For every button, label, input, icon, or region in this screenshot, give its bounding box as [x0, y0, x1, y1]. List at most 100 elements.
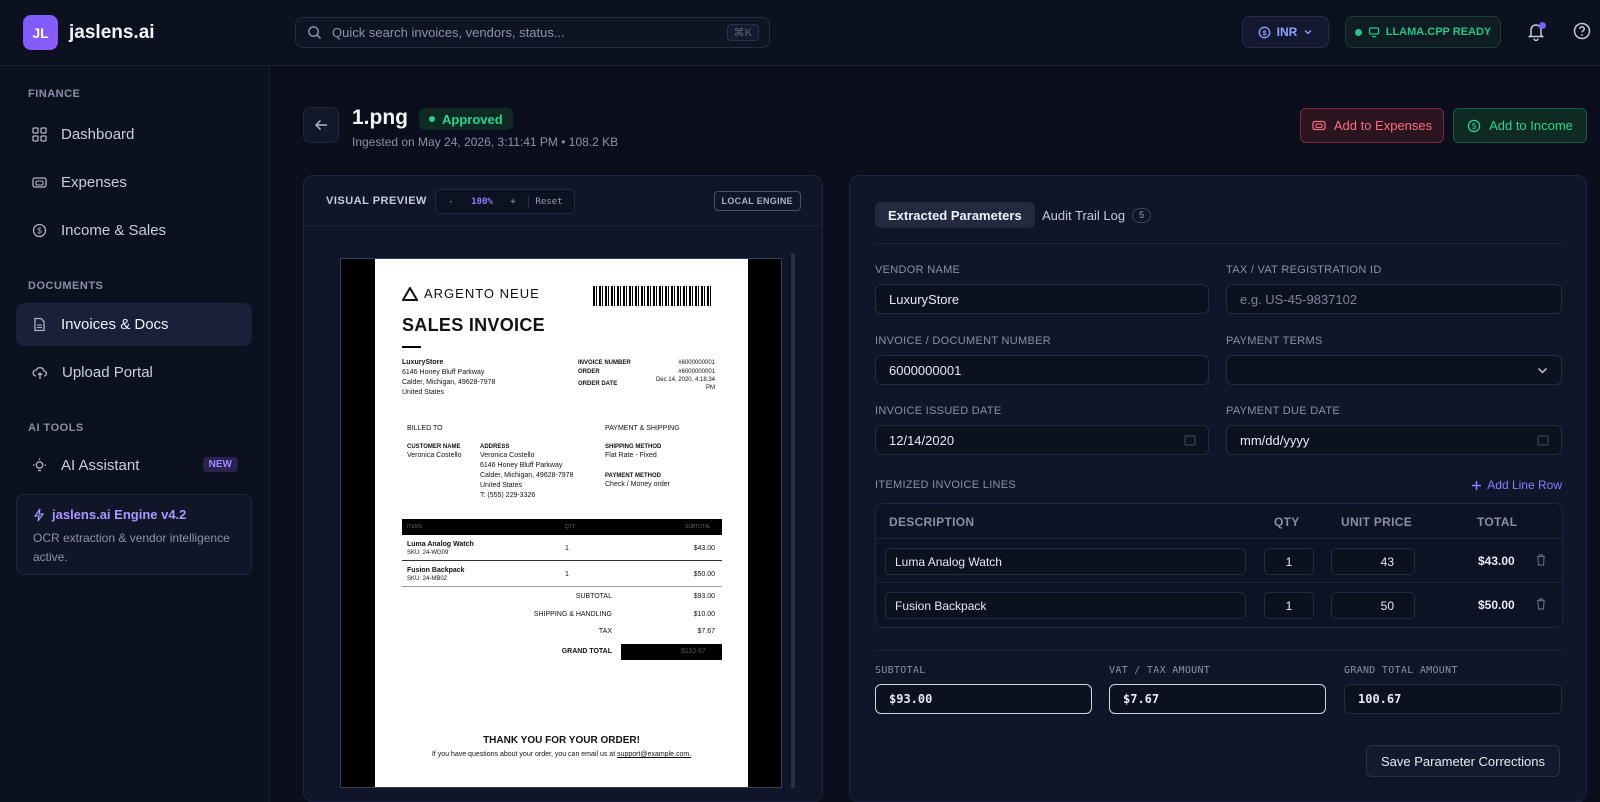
add-to-expenses-button[interactable]: Add to Expenses: [1300, 108, 1444, 143]
grand-total-field[interactable]: 100.67: [1344, 684, 1562, 714]
issued-date-field[interactable]: 12/14/2020: [875, 425, 1209, 455]
engine-card: jaslens.ai Engine v4.2 OCR extraction & …: [16, 494, 252, 575]
invoice-image-frame: ARGENTO NEUE SALES INVOICE LuxuryStore 6…: [340, 258, 782, 788]
trash-icon[interactable]: [1535, 597, 1547, 610]
paper-billed-to: BILLED TO: [407, 425, 443, 432]
paper-addr3: Calder, Michigan, 49628-7978: [480, 472, 574, 479]
due-date-label: PAYMENT DUE DATE: [1226, 405, 1340, 417]
back-button[interactable]: [303, 107, 339, 143]
search-box[interactable]: ⌘K: [295, 17, 770, 48]
paper-grand-label: GRAND TOTAL: [561, 648, 612, 655]
invoice-number-label: INVOICE / DOCUMENT NUMBER: [875, 335, 1051, 347]
invoice-number-field[interactable]: 6000000001: [875, 355, 1209, 385]
paper-footer: If you have questions about your order, …: [375, 750, 748, 760]
trash-icon[interactable]: [1535, 553, 1547, 566]
paper-vendor-addr1: 6146 Honey Bluff Parkway: [402, 369, 485, 376]
help-icon[interactable]: [1573, 22, 1591, 40]
plus-icon: [1472, 480, 1482, 490]
issued-date-value: 12/14/2020: [889, 432, 955, 448]
brand[interactable]: JL jaslens.ai: [23, 15, 155, 50]
paper-footer-email: support@example.com.: [617, 751, 692, 758]
engine-title-text: jaslens.ai Engine v4.2: [52, 507, 187, 522]
paper-vendor-addr2: Calder, Michigan, 49628-7978: [402, 379, 496, 386]
currency-icon: $: [1258, 26, 1271, 38]
currency-selector[interactable]: $ INR: [1242, 16, 1329, 48]
preview-header: VISUAL PREVIEW - 100% + Reset LOCAL ENGI…: [304, 176, 822, 226]
sidebar-item-label: Upload Portal: [62, 364, 153, 381]
preview-label: VISUAL PREVIEW: [326, 195, 427, 207]
sidebar-item-label: AI Assistant: [61, 457, 140, 474]
search-shortcut: ⌘K: [726, 24, 759, 41]
calendar-icon[interactable]: [1537, 434, 1549, 446]
due-date-field[interactable]: mm/dd/yyyy: [1226, 425, 1562, 455]
calendar-icon[interactable]: [1184, 434, 1196, 446]
arrow-left-icon: [314, 119, 327, 131]
paper-row-divider: [402, 560, 722, 561]
tab-extracted-parameters[interactable]: Extracted Parameters: [875, 202, 1035, 228]
line-total: $43.00: [1478, 554, 1515, 568]
paper-title: SALES INVOICE: [402, 315, 545, 335]
currency-label: INR: [1276, 25, 1298, 39]
zoom-reset-button[interactable]: Reset: [529, 197, 569, 207]
tab-audit-trail[interactable]: Audit Trail Log 5: [1029, 202, 1164, 228]
sidebar-item-expenses[interactable]: Expenses: [16, 161, 252, 204]
table-row: Fusion Backpack 1 50 $50.00: [876, 583, 1562, 627]
subtotal-label: SUBTOTAL: [875, 665, 926, 676]
search-input[interactable]: [332, 25, 712, 40]
section-documents: DOCUMENTS: [28, 280, 104, 292]
line-unit-price-input[interactable]: 43: [1331, 548, 1415, 575]
paper-pay-method: Check / Money order: [605, 481, 670, 488]
paper-date-value: Dec 14, 2020, 4:18:34 PM: [655, 377, 715, 391]
sidebar-item-dashboard[interactable]: Dashboard: [16, 113, 252, 156]
line-items-header: DESCRIPTION QTY UNIT PRICE TOTAL: [876, 504, 1562, 539]
sidebar-item-income[interactable]: $ Income & Sales: [16, 209, 252, 252]
add-to-income-button[interactable]: $ Add to Income: [1453, 108, 1587, 143]
due-date-value: mm/dd/yyyy: [1240, 432, 1310, 448]
sidebar-item-label: Invoices & Docs: [61, 316, 169, 333]
paper-qty2: 1: [565, 571, 569, 578]
line-unit-price-input[interactable]: 50: [1331, 592, 1415, 619]
zoom-control: - 100% + Reset: [435, 189, 575, 214]
paper-addr5: T: (555) 229-3326: [480, 492, 536, 499]
brand-logo: JL: [23, 15, 58, 50]
zoom-in-button[interactable]: +: [498, 197, 528, 207]
paper-vendor-addr3: United States: [402, 389, 445, 396]
col-unit-price: UNIT PRICE: [1341, 515, 1413, 529]
add-to-income-label: Add to Income: [1489, 118, 1573, 133]
line-qty-input[interactable]: 1: [1264, 592, 1314, 619]
status-badge: Approved: [419, 108, 513, 130]
triangle-logo-icon: [402, 286, 418, 301]
vat-field[interactable]: $7.67: [1109, 684, 1326, 714]
line-qty-input[interactable]: 1: [1264, 548, 1314, 575]
line-description-input[interactable]: Fusion Backpack: [885, 592, 1246, 619]
line-total: $50.00: [1478, 598, 1515, 612]
vendor-name-label: VENDOR NAME: [875, 264, 961, 276]
subtotal-field[interactable]: $93.00: [875, 684, 1092, 714]
sidebar-item-upload[interactable]: Upload Portal: [16, 351, 252, 394]
paper-grand: $110.67: [681, 648, 706, 655]
tax-id-field[interactable]: e.g. US-45-9837102: [1226, 284, 1562, 314]
paper-customer: Veronica Costello: [407, 452, 462, 459]
sidebar-item-invoices[interactable]: Invoices & Docs: [16, 303, 252, 346]
save-corrections-button[interactable]: Save Parameter Corrections: [1366, 745, 1560, 777]
zoom-out-button[interactable]: -: [436, 197, 466, 207]
line-description-input[interactable]: Luma Analog Watch: [885, 548, 1246, 575]
issued-date-label: INVOICE ISSUED DATE: [875, 405, 1002, 417]
engine-desc: OCR extraction & vendor intelligence act…: [33, 531, 230, 564]
paper-addr4: United States: [480, 482, 523, 489]
status-dot: [429, 116, 435, 122]
sidebar-item-ai-assistant[interactable]: AI Assistant NEW: [16, 444, 252, 487]
dollar-circle-icon: $: [1467, 119, 1481, 132]
payment-terms-select[interactable]: [1226, 355, 1562, 385]
paper-sku2: SKU: 24-MB02: [407, 576, 448, 582]
add-line-row-button[interactable]: Add Line Row: [1471, 478, 1562, 492]
params-panel: Extracted Parameters Audit Trail Log 5 V…: [849, 175, 1587, 802]
col-total: TOTAL: [1477, 515, 1518, 529]
paper-subtotal-label: SUBTOTAL: [575, 593, 612, 600]
cloud-upload-icon: [32, 366, 48, 379]
paper-price1: $43.00: [693, 545, 715, 552]
llama-status[interactable]: LLAMA.CPP READY: [1345, 16, 1501, 48]
paper-addr2: 6146 Honey Bluff Parkway: [480, 462, 563, 469]
preview-scrollbar[interactable]: [791, 253, 795, 788]
vendor-name-field[interactable]: LuxuryStore: [875, 284, 1209, 314]
